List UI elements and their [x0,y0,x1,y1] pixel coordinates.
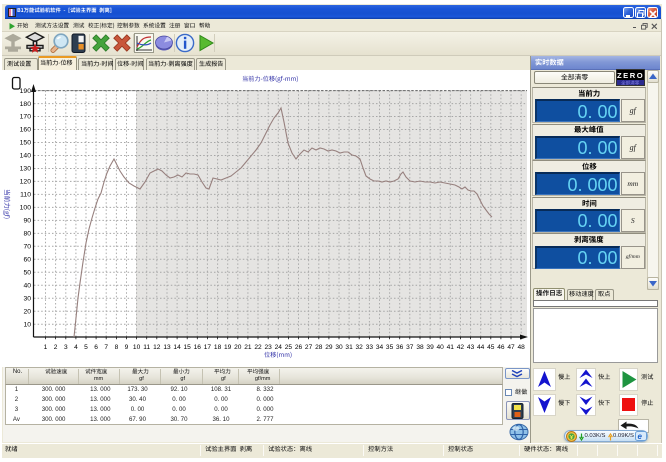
svg-text:30: 30 [335,344,343,351]
svg-text:5: 5 [84,344,88,351]
svg-text:30: 30 [23,296,31,303]
svg-text:190: 190 [20,88,32,95]
svg-text:4: 4 [74,344,78,351]
svg-text:90: 90 [23,218,31,225]
svg-text:48: 48 [518,344,526,351]
svg-text:170: 170 [20,114,32,121]
svg-text:60: 60 [23,257,31,264]
svg-text:70: 70 [23,244,31,251]
svg-text:1: 1 [44,344,48,351]
svg-text:41: 41 [447,344,455,351]
svg-text:44: 44 [477,344,485,351]
svg-text:80: 80 [23,231,31,238]
svg-text:39: 39 [426,344,434,351]
svg-text:8: 8 [115,344,119,351]
svg-text:16: 16 [194,344,202,351]
svg-text:32: 32 [356,344,364,351]
svg-text:43: 43 [467,344,475,351]
svg-text:28: 28 [315,344,323,351]
svg-text:34: 34 [376,344,384,351]
svg-text:100: 100 [20,205,32,212]
svg-text:26: 26 [295,344,303,351]
svg-text:18: 18 [214,344,222,351]
svg-text:35: 35 [386,344,394,351]
svg-text:14: 14 [173,344,181,351]
svg-text:19: 19 [224,344,232,351]
svg-text:50: 50 [23,270,31,277]
svg-text:38: 38 [416,344,424,351]
svg-text:6: 6 [94,344,98,351]
svg-text:20: 20 [23,308,31,315]
svg-text:13: 13 [163,344,171,351]
svg-text:37: 37 [406,344,414,351]
svg-text:3: 3 [64,344,68,351]
svg-text:33: 33 [366,344,374,351]
svg-text:2: 2 [54,344,58,351]
svg-text:47: 47 [507,344,515,351]
svg-text:22: 22 [254,344,262,351]
svg-text:40: 40 [437,344,445,351]
svg-text:10: 10 [133,344,141,351]
svg-text:29: 29 [325,344,333,351]
svg-text:15: 15 [184,344,192,351]
svg-text:11: 11 [143,344,150,351]
svg-text:17: 17 [204,344,212,351]
svg-text:36: 36 [396,344,404,351]
svg-text:42: 42 [457,344,465,351]
svg-text:40: 40 [23,283,31,290]
svg-text:45: 45 [487,344,495,351]
svg-text:160: 160 [20,127,32,134]
svg-text:180: 180 [20,101,32,108]
svg-text:7: 7 [104,344,108,351]
svg-text:12: 12 [153,344,161,351]
svg-text:20: 20 [234,344,242,351]
svg-text:31: 31 [345,344,353,351]
svg-text:27: 27 [305,344,313,351]
svg-text:21: 21 [244,344,252,351]
svg-text:46: 46 [497,344,505,351]
svg-text:9: 9 [125,344,129,351]
svg-text:120: 120 [20,179,32,186]
svg-text:10: 10 [23,321,31,328]
svg-text:140: 140 [20,153,32,160]
svg-text:130: 130 [20,166,32,173]
svg-text:150: 150 [20,140,32,147]
svg-text:110: 110 [20,192,31,199]
